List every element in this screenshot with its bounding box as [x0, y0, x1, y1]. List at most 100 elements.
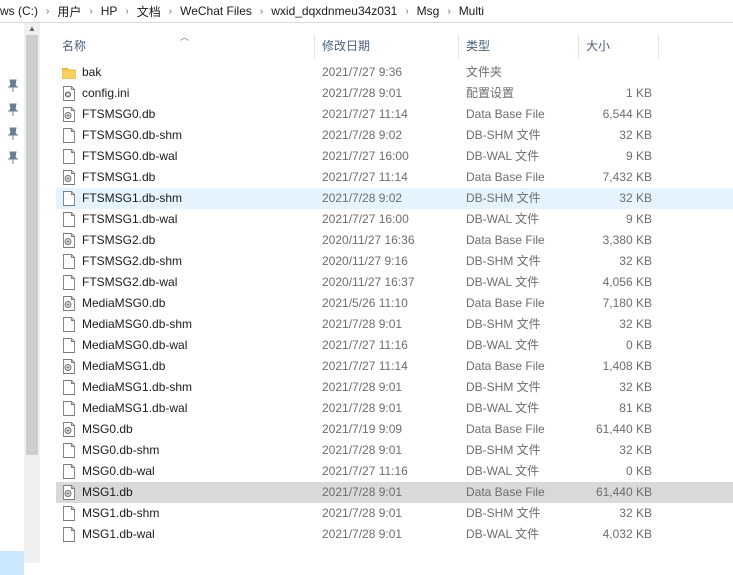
config-file-icon — [62, 86, 76, 101]
nav-scrollbar[interactable]: ▲ — [24, 23, 40, 563]
file-type: Data Base File — [466, 170, 545, 184]
file-size: 61,440 KB — [595, 485, 652, 499]
file-row[interactable]: FTSMSG1.db-shm 2021/7/28 9:02 DB-SHM 文件 32 … — [56, 188, 733, 209]
pin-icon[interactable] — [7, 151, 19, 165]
breadcrumb-chevron-icon[interactable]: › — [445, 6, 452, 17]
column-divider[interactable] — [314, 34, 315, 58]
column-header-date[interactable]: 修改日期 — [322, 30, 370, 62]
file-row[interactable]: FTSMSG2.db 2020/11/27 16:36 Data Base File… — [56, 230, 733, 251]
file-size: 9 KB — [625, 212, 652, 226]
file-row[interactable]: MediaMSG0.db-shm 2021/7/28 9:01 DB-SHM 文件 3… — [56, 314, 733, 335]
file-type: Data Base File — [466, 485, 545, 499]
file-icon — [62, 380, 76, 395]
file-row[interactable]: MediaMSG1.db-wal 2021/7/28 9:01 DB-WAL 文件 8… — [56, 398, 733, 419]
file-row[interactable]: MediaMSG0.db-wal 2021/7/27 11:16 DB-WAL 文件… — [56, 335, 733, 356]
breadcrumb-segment[interactable]: Multi — [453, 4, 490, 18]
file-row[interactable]: MediaMSG0.db 2021/5/26 11:10 Data Base Fil… — [56, 293, 733, 314]
navigation-pane — [0, 23, 24, 575]
file-rows: bak 2021/7/27 9:36 文件夹 config.ini 2021/7/28 … — [56, 62, 733, 545]
column-divider[interactable] — [578, 34, 579, 58]
file-row[interactable]: MediaMSG1.db 2021/7/27 11:14 Data Base Fil… — [56, 356, 733, 377]
database-file-icon — [62, 296, 76, 311]
file-icon — [62, 338, 76, 353]
file-type: DB-SHM 文件 — [466, 443, 541, 457]
file-size: 32 KB — [619, 191, 652, 205]
file-size — [582, 62, 652, 83]
file-size: 32 KB — [619, 254, 652, 268]
file-row[interactable]: FTSMSG1.db-wal 2021/7/27 16:00 DB-WAL 文件 9 … — [56, 209, 733, 230]
file-name: FTSMSG2.db-wal — [82, 275, 178, 289]
breadcrumb-segment[interactable]: Msg — [411, 4, 446, 18]
file-size: 4,032 KB — [602, 527, 652, 541]
nav-scrollbar-thumb[interactable] — [26, 35, 38, 455]
file-size: 9 KB — [625, 149, 652, 163]
file-size: 81 KB — [619, 401, 652, 415]
sort-ascending-icon: ︿ — [180, 32, 190, 42]
file-row[interactable]: config.ini 2021/7/28 9:01 配置设置 1 KB — [56, 83, 733, 104]
file-icon — [62, 254, 76, 269]
database-file-icon — [62, 170, 76, 185]
file-row[interactable]: FTSMSG2.db-wal 2020/11/27 16:37 DB-WAL 文件 4… — [56, 272, 733, 293]
file-name: FTSMSG1.db-wal — [82, 212, 178, 226]
breadcrumb-chevron-icon[interactable]: › — [123, 6, 130, 17]
file-name: MediaMSG1.db-shm — [82, 380, 193, 394]
database-file-icon — [62, 485, 76, 500]
file-row[interactable]: FTSMSG0.db 2021/7/27 11:14 Data Base File 6… — [56, 104, 733, 125]
file-icon — [62, 212, 76, 227]
column-header-name[interactable]: 名称 — [62, 30, 86, 62]
file-icon — [62, 527, 76, 542]
file-type: DB-SHM 文件 — [466, 317, 541, 331]
file-name: MediaMSG0.db-wal — [82, 338, 188, 352]
file-row[interactable]: FTSMSG0.db-shm 2021/7/28 9:02 DB-SHM 文件 32 … — [56, 125, 733, 146]
breadcrumb-segment[interactable]: 用户 — [51, 3, 87, 20]
file-icon — [62, 191, 76, 206]
file-size: 1 KB — [625, 86, 652, 100]
file-size: 32 KB — [619, 380, 652, 394]
file-date: 2020/11/27 9:16 — [322, 254, 408, 268]
breadcrumb-segment[interactable]: ws (C:) — [0, 4, 44, 18]
file-row[interactable]: FTSMSG0.db-wal 2021/7/27 16:00 DB-WAL 文件 9 … — [56, 146, 733, 167]
file-name: MediaMSG1.db — [82, 359, 166, 373]
file-row[interactable]: MediaMSG1.db-shm 2021/7/28 9:01 DB-SHM 文件 3… — [56, 377, 733, 398]
file-date: 2021/7/28 9:02 — [322, 128, 403, 142]
breadcrumb-chevron-icon[interactable]: › — [167, 6, 174, 17]
file-row[interactable]: MSG0.db-wal 2021/7/27 11:16 DB-WAL 文件 0 KB — [56, 461, 733, 482]
file-row[interactable]: MSG1.db-shm 2021/7/28 9:01 DB-SHM 文件 32 KB — [56, 503, 733, 524]
file-name: config.ini — [82, 86, 130, 100]
file-size: 32 KB — [619, 128, 652, 142]
address-bar[interactable]: ws (C:) › 用户 › HP › 文档 › WeChat Files › wxid_dqxdn… — [0, 0, 733, 23]
file-row[interactable]: MSG1.db 2021/7/28 9:01 Data Base File 61,44… — [56, 482, 733, 503]
file-date: 2021/7/19 9:09 — [322, 422, 403, 436]
file-row[interactable]: MSG0.db 2021/7/19 9:09 Data Base File 61,44… — [56, 419, 733, 440]
file-row[interactable]: FTSMSG1.db 2021/7/27 11:14 Data Base File 7… — [56, 167, 733, 188]
column-header-type[interactable]: 类型 — [466, 30, 490, 62]
file-date: 2021/7/27 11:14 — [322, 359, 408, 373]
nav-selected-item[interactable] — [0, 551, 24, 575]
scroll-up-arrow-icon[interactable]: ▲ — [24, 23, 40, 35]
column-divider[interactable] — [658, 34, 659, 58]
file-row[interactable]: FTSMSG2.db-shm 2020/11/27 9:16 DB-SHM 文件 32… — [56, 251, 733, 272]
column-divider[interactable] — [458, 34, 459, 58]
file-row[interactable]: bak 2021/7/27 9:36 文件夹 — [56, 62, 733, 83]
file-type: DB-WAL 文件 — [466, 212, 540, 226]
breadcrumb-chevron-icon[interactable]: › — [87, 6, 94, 17]
breadcrumb-segment[interactable]: WeChat Files — [174, 4, 258, 18]
column-header-size[interactable]: 大小 — [586, 30, 610, 62]
pin-icon[interactable] — [7, 103, 19, 117]
breadcrumb-segment[interactable]: wxid_dqxdnmeu34z031 — [265, 4, 403, 18]
file-type: DB-SHM 文件 — [466, 128, 541, 142]
file-size: 7,180 KB — [602, 296, 652, 310]
file-row[interactable]: MSG0.db-shm 2021/7/28 9:01 DB-SHM 文件 32 KB — [56, 440, 733, 461]
file-row[interactable]: MSG1.db-wal 2021/7/28 9:01 DB-WAL 文件 4,032 … — [56, 524, 733, 545]
pin-icon[interactable] — [7, 79, 19, 93]
breadcrumb-chevron-icon[interactable]: › — [258, 6, 265, 17]
file-icon — [62, 506, 76, 521]
breadcrumb-segment[interactable]: HP — [95, 4, 124, 18]
file-icon — [62, 128, 76, 143]
breadcrumb-chevron-icon[interactable]: › — [44, 6, 51, 17]
pin-icon[interactable] — [7, 127, 19, 141]
breadcrumb-chevron-icon[interactable]: › — [403, 6, 410, 17]
breadcrumb-segment[interactable]: 文档 — [131, 3, 167, 20]
file-date: 2021/5/26 11:10 — [322, 296, 408, 310]
database-file-icon — [62, 107, 76, 122]
